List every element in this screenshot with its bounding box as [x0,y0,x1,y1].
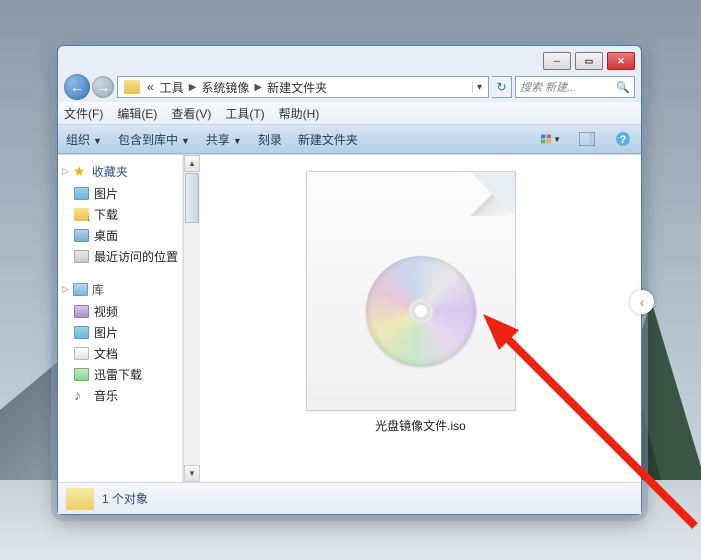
pictures-icon [74,326,89,339]
documents-icon [74,347,89,360]
menubar: 文件(F) 编辑(E) 查看(V) 工具(T) 帮助(H) [58,102,641,124]
side-expand-button[interactable]: ‹ [630,290,654,314]
address-dropdown[interactable]: ▾ [472,82,486,93]
star-icon: ★ [73,165,88,178]
sidebar-group-libraries[interactable]: ▷ 库 [62,281,180,298]
sidebar-item-downloads[interactable]: 下载 [60,204,180,225]
toolbar-organize[interactable]: 组织▼ [66,131,102,148]
toolbar-share[interactable]: 共享▼ [206,131,242,148]
refresh-button[interactable]: ↻ [492,76,512,98]
toolbar: 组织▼ 包含到库中▼ 共享▼ 刻录 新建文件夹 ▼ ? [58,124,641,154]
search-icon: 🔍 [616,81,630,94]
navigation-pane: ▷★ 收藏夹 图片 下载 桌面 最近访问的位置 ▷ 库 视频 图片 文档 迅雷下… [58,155,183,482]
toolbar-burn[interactable]: 刻录 [258,131,282,148]
menu-file[interactable]: 文件(F) [64,105,103,122]
help-button[interactable]: ? [613,129,633,149]
sidebar-item-videos[interactable]: 视频 [60,301,180,322]
chevron-right-icon[interactable]: ▶ [252,82,264,93]
sidebar-item-pictures[interactable]: 图片 [60,183,180,204]
nav-back-button[interactable]: ← [64,74,90,100]
library-icon [73,283,88,296]
sidebar-item-desktop[interactable]: 桌面 [60,225,180,246]
iso-file-icon [306,171,536,411]
recent-icon [74,250,89,263]
breadcrumb-root[interactable]: « [144,80,157,94]
minimize-button[interactable]: ─ [543,52,571,70]
breadcrumb-3[interactable]: 新建文件夹 [264,79,330,96]
sidebar-group-favorites[interactable]: ▷★ 收藏夹 [62,163,180,180]
menu-edit[interactable]: 编辑(E) [117,105,157,122]
svg-text:?: ? [620,134,627,146]
titlebar: ─ ▭ ✕ [58,46,641,72]
status-bar: 1 个对象 [58,482,641,514]
toolbar-include-library[interactable]: 包含到库中▼ [118,131,190,148]
sidebar-scrollbar[interactable]: ▲ ▼ [183,155,200,482]
desktop-icon [74,229,89,242]
folder-icon [124,80,140,94]
downloads-icon [74,208,89,221]
explorer-window: ─ ▭ ✕ ← → « 工具 ▶ 系统镜像 ▶ 新建文件夹 ▾ ↻ 搜索 新建.… [57,45,642,515]
scroll-down-button[interactable]: ▼ [184,465,200,482]
preview-pane-button[interactable] [577,129,597,149]
sidebar-item-recent[interactable]: 最近访问的位置 [60,246,180,267]
close-button[interactable]: ✕ [607,52,635,70]
sidebar-item-pictures-lib[interactable]: 图片 [60,322,180,343]
music-icon: ♪ [74,389,89,402]
scroll-up-button[interactable]: ▲ [184,155,200,172]
breadcrumb-2[interactable]: 系统镜像 [198,79,252,96]
breadcrumb-1[interactable]: 工具 [157,79,187,96]
menu-view[interactable]: 查看(V) [171,105,211,122]
menu-help[interactable]: 帮助(H) [279,105,320,122]
videos-icon [74,305,89,318]
file-name-label: 光盘镜像文件.iso [375,417,466,434]
folder-icon [66,488,94,510]
status-text: 1 个对象 [102,490,148,507]
search-input[interactable]: 搜索 新建... 🔍 [515,76,635,98]
xunlei-icon [74,368,89,381]
chevron-right-icon[interactable]: ▶ [187,82,199,93]
maximize-button[interactable]: ▭ [575,52,603,70]
sidebar-item-music[interactable]: ♪音乐 [60,385,180,406]
menu-tools[interactable]: 工具(T) [225,105,264,122]
sidebar-item-documents[interactable]: 文档 [60,343,180,364]
search-placeholder: 搜索 新建... [520,79,576,95]
nav-forward-button[interactable]: → [92,76,114,98]
view-mode-button[interactable]: ▼ [541,129,561,149]
scroll-thumb[interactable] [185,173,199,223]
address-bar: ← → « 工具 ▶ 系统镜像 ▶ 新建文件夹 ▾ ↻ 搜索 新建... 🔍 [58,72,641,102]
file-list[interactable]: 光盘镜像文件.iso [200,155,641,482]
address-box[interactable]: « 工具 ▶ 系统镜像 ▶ 新建文件夹 ▾ [117,76,489,98]
pictures-icon [74,187,89,200]
file-item-iso[interactable]: 光盘镜像文件.iso [302,167,540,438]
sidebar-item-xunlei[interactable]: 迅雷下载 [60,364,180,385]
toolbar-new-folder[interactable]: 新建文件夹 [298,131,358,148]
